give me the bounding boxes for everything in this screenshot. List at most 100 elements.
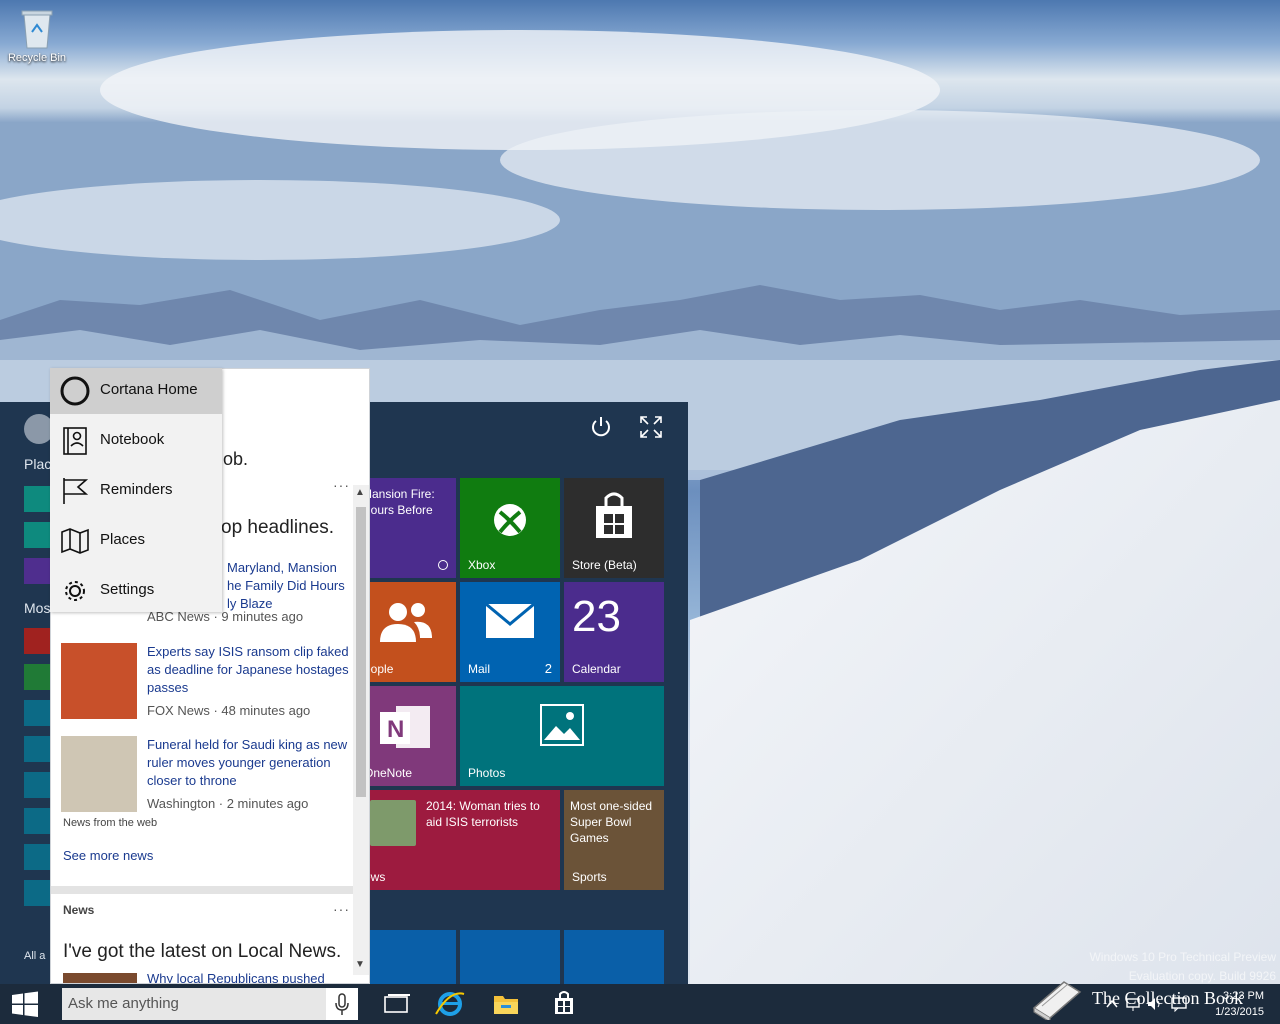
greeting-text: ob.	[223, 449, 249, 469]
news-source: Washington · 2 minutes ago	[147, 796, 309, 811]
photos-label: Photos	[468, 766, 506, 780]
recycle-bin-icon	[21, 10, 53, 49]
people-tile[interactable]: eople	[356, 582, 456, 682]
mail-count-badge: 2	[544, 661, 552, 676]
map-icon	[61, 528, 89, 554]
build-watermark-line1: Windows 10 Pro Technical Preview	[1089, 950, 1276, 964]
more-icon[interactable]: ···	[333, 477, 350, 493]
sports-headline: Most one-sided Super Bowl Games	[570, 799, 653, 845]
menu-item-notebook[interactable]: Notebook	[50, 418, 222, 464]
store-icon[interactable]	[546, 988, 582, 1020]
news-item[interactable]: Experts say ISIS ransom clip faked as de…	[61, 643, 357, 723]
places-label: Plac	[24, 456, 52, 472]
power-icon[interactable]	[588, 414, 614, 440]
search-placeholder: Ask me anything	[68, 995, 179, 1012]
circle-icon	[60, 376, 90, 406]
app-icon[interactable]	[24, 628, 50, 654]
sports-tile[interactable]: Most one-sided Super Bowl Games Sports	[564, 790, 664, 890]
news-headline: Funeral held for Saudi king as new ruler…	[147, 737, 348, 788]
onenote-icon: N	[380, 706, 430, 748]
sports-label: Sports	[572, 870, 607, 884]
store-tile[interactable]: Store (Beta)	[564, 478, 664, 578]
recycle-bin-label: Recycle Bin	[7, 52, 67, 64]
section-divider	[51, 886, 354, 894]
news-section-label: News	[63, 903, 95, 917]
calendar-label: Calendar	[572, 662, 621, 676]
task-view-icon[interactable]	[378, 988, 414, 1020]
news-thumbnail	[61, 736, 137, 812]
menu-item-label: Notebook	[100, 431, 165, 448]
top-headlines-title: op headlines.	[221, 517, 335, 538]
menu-item-places[interactable]: Places	[50, 518, 222, 564]
tile-partial[interactable]	[356, 930, 456, 984]
xbox-tile[interactable]: Xbox	[460, 478, 560, 578]
menu-item-reminders[interactable]: Reminders	[50, 468, 222, 514]
calendar-tile[interactable]: 23 Calendar	[564, 582, 664, 682]
menu-item-label: Settings	[100, 581, 155, 598]
news-headline: Experts say ISIS ransom clip faked as de…	[147, 644, 349, 695]
mail-tile[interactable]: Mail 2	[460, 582, 560, 682]
photos-icon	[540, 704, 584, 746]
windows-start-icon[interactable]	[0, 984, 50, 1024]
expand-icon[interactable]	[638, 414, 664, 440]
brand-watermark: The Collection Book	[1030, 976, 1270, 1022]
store-icon	[596, 492, 632, 538]
onenote-tile[interactable]: N OneNote	[356, 686, 456, 786]
menu-item-cortana-home[interactable]: Cortana Home	[50, 368, 222, 414]
internet-explorer-icon[interactable]	[432, 988, 468, 1020]
news-tile[interactable]: Mansion Fire: Hours Before	[356, 478, 456, 578]
news-headline[interactable]: Why local Republicans pushed	[147, 973, 347, 983]
menu-item-settings[interactable]: Settings	[50, 568, 222, 614]
alarm-icon[interactable]	[24, 880, 50, 906]
menu-item-label: Cortana Home	[100, 381, 198, 398]
microphone-button[interactable]	[326, 988, 358, 1020]
app-icon[interactable]	[24, 700, 50, 726]
file-explorer-icon[interactable]	[24, 486, 50, 512]
all-apps-link[interactable]: All a	[24, 950, 45, 962]
file-explorer-icon[interactable]	[488, 988, 524, 1020]
xbox-label: Xbox	[468, 558, 496, 572]
news-thumbnail	[370, 800, 416, 846]
documents-icon[interactable]	[24, 522, 50, 548]
cortana-menu: Cortana Home Notebook Reminders Places S…	[50, 368, 222, 612]
search-input[interactable]: Ask me anything	[62, 988, 358, 1020]
onenote-label: OneNote	[364, 766, 413, 780]
gear-icon	[65, 581, 85, 601]
see-more-news-link[interactable]: See more news	[63, 848, 153, 863]
app-icon[interactable]	[24, 772, 50, 798]
app-icon[interactable]	[24, 736, 50, 762]
notebook-icon	[63, 427, 87, 455]
app-icon[interactable]	[24, 844, 50, 870]
settings-gear-icon[interactable]	[24, 558, 50, 584]
menu-item-label: Places	[100, 531, 146, 548]
brand-text: The Collection Book	[1092, 988, 1243, 1008]
microphone-icon	[335, 993, 349, 1015]
photos-tile[interactable]: Photos	[460, 686, 664, 786]
people-icon	[380, 603, 432, 642]
local-news-title: I've got the latest on Local News.	[63, 941, 342, 962]
news-headline: 2014: Woman tries to aid ISIS terrorists	[426, 799, 540, 829]
most-used-label: Mos	[24, 600, 51, 616]
scroll-down-icon[interactable]: ▼	[355, 959, 365, 970]
flag-icon	[63, 478, 89, 504]
menu-item-label: Reminders	[100, 481, 173, 498]
news-large-tile[interactable]: 2014: Woman tries to aid ISIS terrorists…	[356, 790, 560, 890]
tile-partial[interactable]	[564, 930, 664, 984]
app-icon[interactable]	[24, 808, 50, 834]
tile-indicator-icon	[438, 560, 448, 570]
tile-partial[interactable]	[460, 930, 560, 984]
book-logo-icon	[1032, 981, 1082, 1020]
app-icon[interactable]	[24, 664, 50, 690]
scroll-up-icon[interactable]: ▲	[355, 487, 365, 498]
news-from-web-label: News from the web	[63, 817, 158, 829]
xbox-icon	[494, 504, 526, 536]
news-item[interactable]: Funeral held for Saudi king as new ruler…	[61, 736, 357, 816]
start-left-column: Plac Mos All a	[0, 402, 54, 984]
mail-label: Mail	[468, 662, 491, 676]
scrollbar-thumb[interactable]	[356, 507, 366, 797]
news-source: FOX News · 48 minutes ago	[147, 703, 311, 718]
scrollbar[interactable]: ▲ ▼	[353, 485, 369, 975]
recycle-bin[interactable]: Recycle Bin	[4, 6, 70, 64]
more-icon[interactable]: ···	[333, 901, 350, 917]
store-label: Store (Beta)	[572, 558, 637, 572]
